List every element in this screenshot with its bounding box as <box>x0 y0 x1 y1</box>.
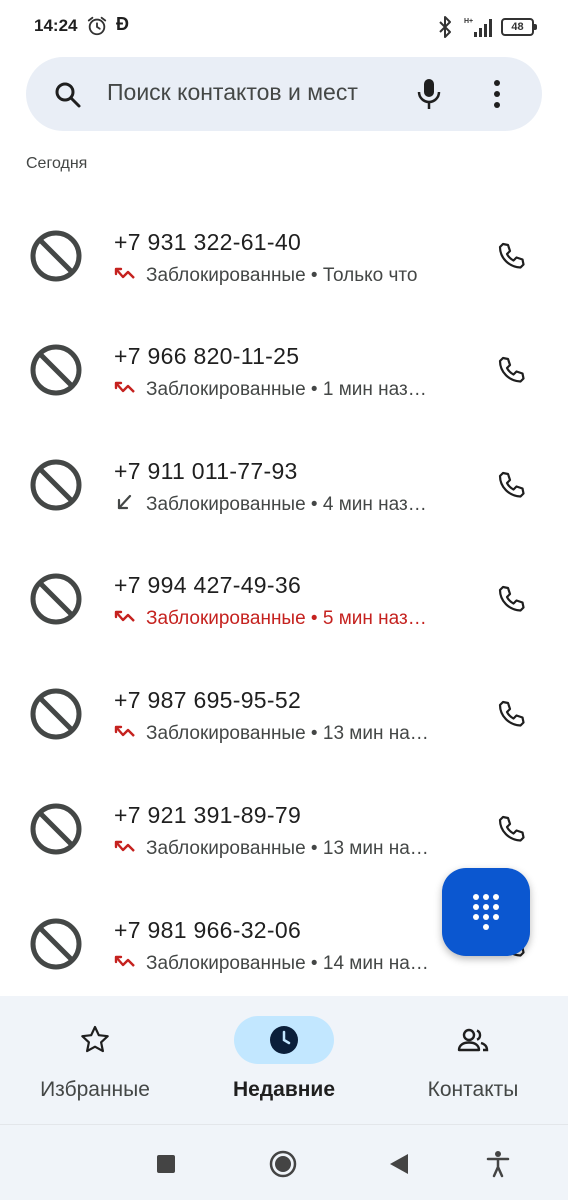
call-separator: • <box>305 838 323 859</box>
call-number: +7 966 820-11-25 <box>114 343 300 369</box>
call-number: +7 994 427-49-36 <box>114 572 302 598</box>
nav-recents-label: Недавние <box>232 1078 336 1101</box>
network-type-label: H+ <box>464 18 473 25</box>
call-separator: • <box>305 379 323 400</box>
phone-icon[interactable] <box>496 470 526 500</box>
dialpad-button[interactable] <box>442 868 530 956</box>
bluetooth-icon <box>439 16 451 38</box>
call-separator: • <box>305 265 323 286</box>
nav-recents-icon-container <box>234 1016 334 1064</box>
call-time: Только что <box>322 265 418 286</box>
more-options-icon[interactable] <box>492 79 502 109</box>
missed-call-icon <box>114 610 135 622</box>
call-status: Заблокированные <box>146 953 306 974</box>
call-details: Заблокированные • 5 мин наз… <box>114 608 474 632</box>
call-details: Заблокированные • 13 мин на… <box>114 838 474 862</box>
blocked-icon <box>30 803 82 855</box>
nav-contacts-icon-container <box>423 1016 523 1064</box>
call-log-row[interactable]: +7 994 427-49-36 Заблокированные • 5 мин … <box>0 540 568 654</box>
status-bar: 14:24 Ð H+ 48 <box>0 0 568 56</box>
call-time: 4 мин наз… <box>322 494 427 515</box>
phone-icon[interactable] <box>496 355 526 385</box>
nav-favorites-label: Избранные <box>40 1078 150 1101</box>
nav-favorites[interactable]: Избранные <box>0 996 190 1124</box>
call-number: +7 921 391-89-79 <box>114 802 302 828</box>
missed-call-icon <box>114 381 135 393</box>
call-details: Заблокированные • 1 мин наз… <box>114 379 474 403</box>
call-details: Заблокированные • 13 мин на… <box>114 723 474 747</box>
call-number: +7 987 695-95-52 <box>114 687 302 713</box>
missed-call-icon <box>114 840 135 852</box>
status-time: 14:24 <box>34 16 78 35</box>
call-status: Заблокированные <box>146 494 306 515</box>
blocked-icon <box>30 573 82 625</box>
call-number: +7 931 322-61-40 <box>114 229 302 255</box>
call-time: 13 мин на… <box>322 723 429 744</box>
missed-call-icon <box>114 725 135 737</box>
call-separator: • <box>305 723 323 744</box>
app-notification-icon: Ð <box>116 14 129 34</box>
nav-favorites-icon-container <box>45 1016 145 1064</box>
call-separator: • <box>305 953 323 974</box>
call-log-row[interactable]: +7 931 322-61-40 Заблокированные • Только… <box>0 197 568 311</box>
section-header-today: Сегодня <box>26 155 88 172</box>
call-number: +7 981 966-32-06 <box>114 917 302 943</box>
call-time: 5 мин наз… <box>322 608 427 629</box>
call-status: Заблокированные <box>146 265 306 286</box>
alarm-icon <box>87 16 107 36</box>
blocked-icon <box>30 344 82 396</box>
call-details: Заблокированные • Только что <box>114 265 474 289</box>
phone-icon[interactable] <box>496 814 526 844</box>
nav-recents[interactable]: Недавние <box>184 996 384 1124</box>
bottom-navigation: Избранные Недавние Контакты <box>0 996 568 1124</box>
search-icon <box>55 82 81 108</box>
call-number: +7 911 011-77-93 <box>114 458 298 484</box>
blocked-icon <box>30 688 82 740</box>
blocked-icon <box>30 230 82 282</box>
call-time: 14 мин на… <box>322 953 429 974</box>
phone-icon[interactable] <box>496 241 526 271</box>
call-separator: • <box>305 608 323 629</box>
accessibility-icon[interactable] <box>483 1149 513 1179</box>
recent-apps-icon[interactable] <box>151 1149 181 1179</box>
nav-contacts-label: Контакты <box>427 1078 519 1101</box>
star-icon <box>81 1025 109 1053</box>
missed-call-icon <box>114 267 135 279</box>
search-bar[interactable]: Поиск контактов и мест <box>26 57 542 131</box>
battery-icon: 48 <box>501 18 537 36</box>
call-time: 13 мин на… <box>322 838 429 859</box>
call-log-row[interactable]: +7 966 820-11-25 Заблокированные • 1 мин … <box>0 311 568 425</box>
call-time: 1 мин наз… <box>322 379 427 400</box>
call-status: Заблокированные <box>146 838 306 859</box>
call-log-row[interactable]: +7 911 011-77-93 Заблокированные • 4 мин … <box>0 426 568 540</box>
signal-icon: H+ <box>464 18 492 37</box>
dialpad-icon <box>473 894 499 930</box>
people-icon <box>457 1028 489 1052</box>
phone-icon[interactable] <box>496 699 526 729</box>
microphone-icon[interactable] <box>416 77 442 111</box>
nav-contacts[interactable]: Контакты <box>373 996 568 1124</box>
call-status: Заблокированные <box>146 723 306 744</box>
system-navigation-bar <box>0 1124 568 1200</box>
call-status: Заблокированные <box>146 608 306 629</box>
clock-icon <box>270 1026 298 1054</box>
blocked-icon <box>30 918 82 970</box>
back-icon[interactable] <box>384 1149 414 1179</box>
call-details: Заблокированные • 4 мин наз… <box>114 494 474 518</box>
call-details: Заблокированные • 14 мин на… <box>114 953 474 977</box>
home-icon[interactable] <box>268 1149 298 1179</box>
call-log-row[interactable]: +7 987 695-95-52 Заблокированные • 13 мин… <box>0 655 568 769</box>
missed-call-icon <box>114 955 135 967</box>
call-separator: • <box>305 494 323 515</box>
blocked-icon <box>30 459 82 511</box>
search-input[interactable]: Поиск контактов и мест <box>107 79 397 106</box>
incoming-call-icon <box>117 494 132 510</box>
call-log-row[interactable]: +7 921 391-89-79 Заблокированные • 13 мин… <box>0 770 568 884</box>
call-status: Заблокированные <box>146 379 306 400</box>
phone-icon[interactable] <box>496 584 526 614</box>
